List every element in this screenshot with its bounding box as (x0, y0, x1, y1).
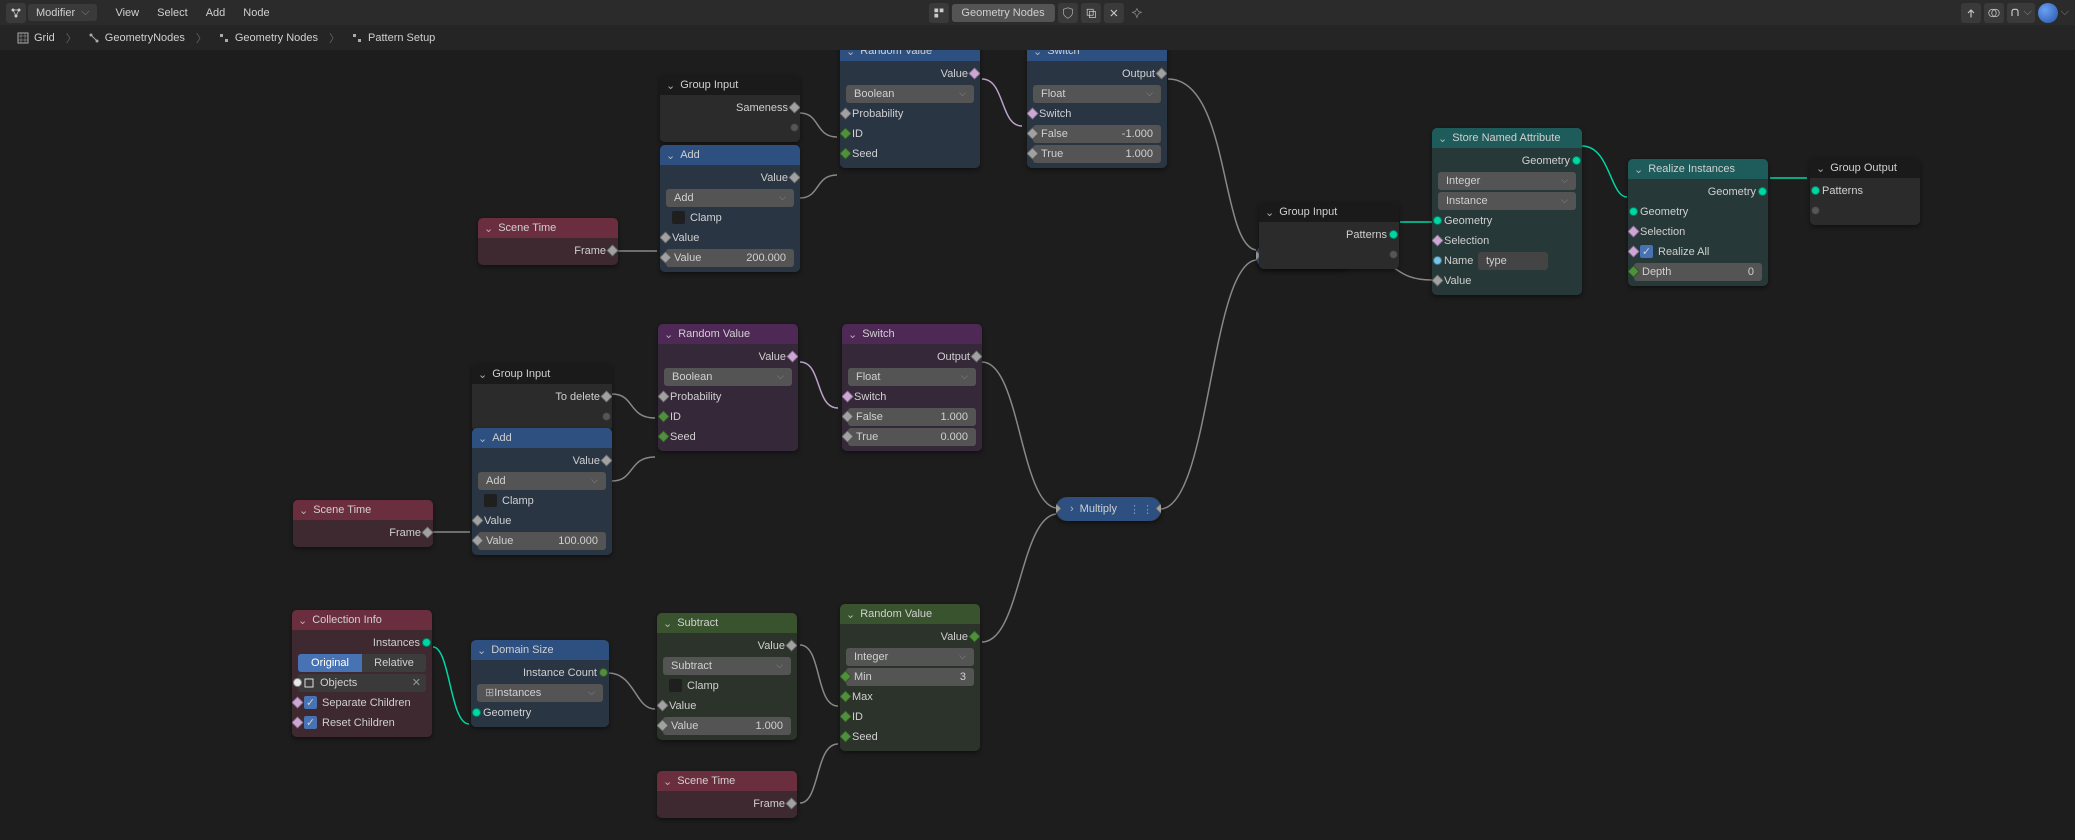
node-group-output[interactable]: ⌄Group Output Patterns (1810, 158, 1920, 225)
copy-icon[interactable] (1081, 3, 1101, 23)
node-multiply-1[interactable]: ›Multiply ⋮⋮ (1056, 497, 1161, 521)
false-field[interactable]: False1.000 (848, 408, 976, 426)
op-dropdown[interactable]: Add⌵ (666, 189, 794, 207)
node-domain-size[interactable]: ⌄Domain Size Instance Count ⊞ Instances⌵… (471, 640, 609, 727)
op-dropdown[interactable]: Add⌵ (478, 472, 606, 490)
node-switch-1[interactable]: ⌄Switch Output Float⌵ Switch False-1.000… (1027, 41, 1167, 168)
top-header: Modifier⌵ View Select Add Node Geometry … (0, 0, 2075, 25)
realize-all-checkbox[interactable]: ✓ (1640, 245, 1653, 258)
node-canvas[interactable]: ⌄Scene Time Frame ⌄Group Input Sameness … (0, 50, 2075, 840)
node-scene-time-2[interactable]: ⌄Scene Time Frame (293, 500, 433, 547)
node-subtract[interactable]: ⌄Subtract Value Subtract⌵ Clamp Value Va… (657, 613, 797, 740)
pin-icon[interactable] (1127, 3, 1147, 23)
depth-field[interactable]: Depth0 (1634, 263, 1762, 281)
node-add-1[interactable]: ⌄Add Value Add⌵ Clamp Value Value200.000 (660, 145, 800, 272)
menu-node[interactable]: Node (235, 7, 277, 19)
node-random-value-3[interactable]: ⌄Random Value Value Integer⌵ Min3 Max ID… (840, 604, 980, 751)
parent-tree-icon[interactable] (1961, 3, 1981, 23)
type-dropdown[interactable]: Float⌵ (1033, 85, 1161, 103)
component-dropdown[interactable]: ⊞ Instances⌵ (477, 684, 603, 702)
editor-type-icon[interactable] (6, 3, 26, 23)
nodetree-name[interactable]: Geometry Nodes (951, 4, 1054, 22)
bc-geonodes[interactable]: GeometryNodes (83, 30, 190, 46)
menu-view[interactable]: View (107, 7, 147, 19)
value-field[interactable]: Value200.000 (666, 249, 794, 267)
value-field[interactable]: Value100.000 (478, 532, 606, 550)
min-field[interactable]: Min3 (846, 668, 974, 686)
node-store-named-attribute[interactable]: ⌄Store Named Attribute Geometry Integer⌵… (1432, 128, 1582, 295)
node-add-2[interactable]: ⌄Add Value Add⌵ Clamp Value Value100.000 (472, 428, 612, 555)
false-field[interactable]: False-1.000 (1033, 125, 1161, 143)
clamp-checkbox[interactable] (484, 494, 497, 507)
menu-select[interactable]: Select (149, 7, 196, 19)
type-dropdown[interactable]: Float⌵ (848, 368, 976, 386)
type-dropdown[interactable]: Boolean⌵ (846, 85, 974, 103)
bc-geonodes2[interactable]: Geometry Nodes (213, 30, 323, 46)
node-collection-info[interactable]: ⌄Collection Info Instances OriginalRelat… (292, 610, 432, 737)
true-field[interactable]: True1.000 (1033, 145, 1161, 163)
overlay-icon[interactable] (1984, 3, 2004, 23)
true-field[interactable]: True0.000 (848, 428, 976, 446)
value-field[interactable]: Value1.000 (663, 717, 791, 735)
user-avatar[interactable] (2038, 3, 2058, 23)
node-scene-time-1[interactable]: ⌄Scene Time Frame (478, 218, 618, 265)
node-scene-time-3[interactable]: ⌄Scene Time Frame (657, 771, 797, 818)
snap-icon[interactable]: ⌵ (2007, 3, 2035, 23)
bc-pattern[interactable]: Pattern Setup (346, 30, 440, 46)
browse-nodetree-icon[interactable] (928, 3, 948, 23)
node-group-input-1[interactable]: ⌄Group Input Sameness (660, 75, 800, 142)
op-dropdown[interactable]: Subtract⌵ (663, 657, 791, 675)
node-random-value-1[interactable]: ⌄Random Value Value Boolean⌵ Probability… (840, 41, 980, 168)
node-group-input-2[interactable]: ⌄Group Input To delete (472, 364, 612, 431)
node-random-value-2[interactable]: ⌄Random Value Value Boolean⌵ Probability… (658, 324, 798, 451)
type-dropdown[interactable]: Integer⌵ (846, 648, 974, 666)
separate-checkbox[interactable]: ✓ (304, 696, 317, 709)
data-type-dropdown[interactable]: Integer⌵ (1438, 172, 1576, 190)
node-switch-2[interactable]: ⌄Switch Output Float⌵ Switch False1.000 … (842, 324, 982, 451)
breadcrumb: Grid 〉 GeometryNodes 〉 Geometry Nodes 〉 … (0, 25, 2075, 50)
node-group-input-3[interactable]: ⌄Group Input Patterns (1259, 202, 1399, 269)
bc-grid[interactable]: Grid (12, 30, 60, 46)
transform-space[interactable]: OriginalRelative (298, 654, 426, 672)
type-dropdown[interactable]: Boolean⌵ (664, 368, 792, 386)
clamp-checkbox[interactable] (669, 679, 682, 692)
node-type-dropdown[interactable]: Modifier⌵ (28, 4, 97, 21)
clamp-checkbox[interactable] (672, 211, 685, 224)
shield-icon[interactable] (1058, 3, 1078, 23)
unlink-icon[interactable] (1104, 3, 1124, 23)
name-field[interactable]: type (1478, 252, 1548, 270)
menu-add[interactable]: Add (198, 7, 234, 19)
collection-field[interactable]: Objects✕ (298, 674, 426, 692)
reset-checkbox[interactable]: ✓ (304, 716, 317, 729)
node-realize-instances[interactable]: ⌄Realize Instances Geometry Geometry Sel… (1628, 159, 1768, 286)
domain-dropdown[interactable]: Instance⌵ (1438, 192, 1576, 210)
